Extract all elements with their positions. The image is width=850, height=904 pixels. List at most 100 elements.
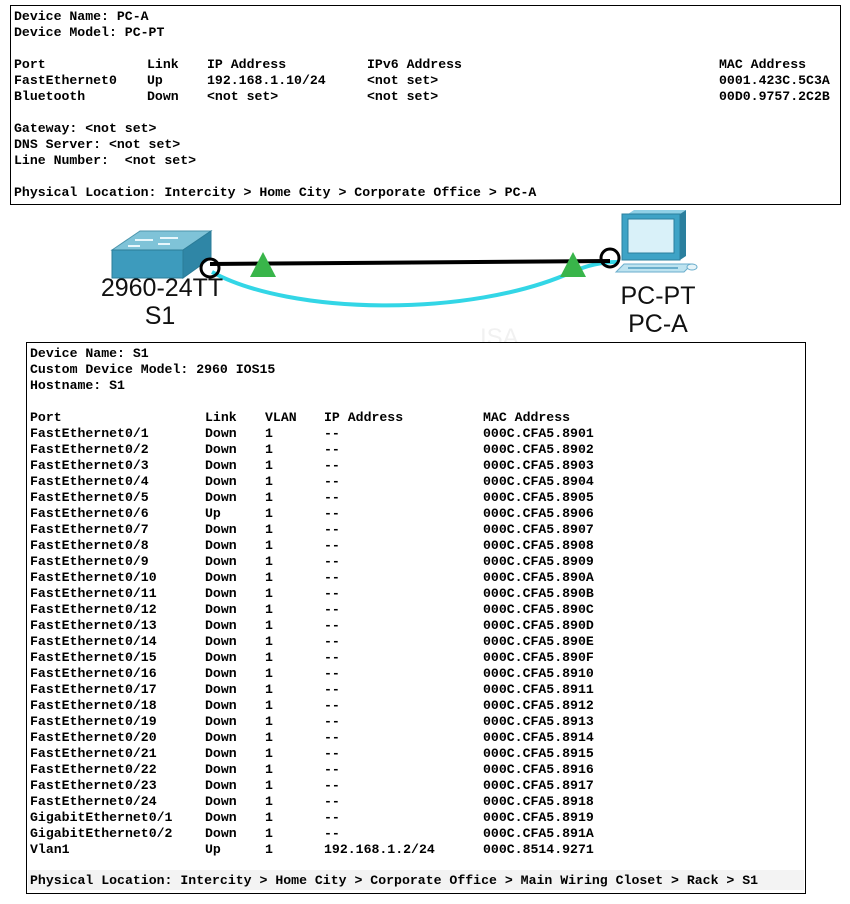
switch-port-vlan: 1: [265, 602, 273, 617]
switch-port-link: Down: [205, 474, 237, 489]
ethernet-link[interactable]: [209, 259, 611, 266]
switch-port-vlan: 1: [265, 570, 273, 585]
switch-physical-location: Physical Location: Intercity > Home City…: [30, 873, 759, 888]
switch-port-ip: --: [324, 602, 340, 617]
switch-port-vlan: 1: [265, 682, 273, 697]
switch-header-ip: IP Address: [324, 410, 404, 425]
switch-port-port: FastEthernet0/20: [30, 730, 157, 745]
switch-port-link: Down: [205, 570, 237, 585]
table-row: FastEthernet0/10 Down 1 -- 000C.CFA5.890A: [30, 570, 800, 586]
switch-custom-model: Custom Device Model: 2960 IOS15: [30, 362, 276, 377]
switch-port-link: Down: [205, 762, 237, 777]
switch-info-panel: Device Name: S1 Custom Device Model: 296…: [26, 342, 806, 894]
switch-port-port: FastEthernet0/23: [30, 778, 157, 793]
table-row: FastEthernet0/4 Down 1 -- 000C.CFA5.8904: [30, 474, 800, 490]
pc-name-label: PC-A: [628, 310, 688, 338]
switch-port-port: FastEthernet0/15: [30, 650, 157, 665]
console-cable[interactable]: [211, 260, 618, 308]
switch-port-ip: --: [324, 570, 340, 585]
switch-port-port: FastEthernet0/18: [30, 698, 157, 713]
table-row: FastEthernet0/12 Down 1 -- 000C.CFA5.890C: [30, 602, 800, 618]
pc-port-marker[interactable]: [599, 247, 621, 269]
switch-port-port: GigabitEthernet0/2: [30, 826, 173, 841]
switch-port-mac: 000C.CFA5.8905: [483, 490, 594, 505]
switch-port-mac: 000C.CFA5.8902: [483, 442, 594, 457]
switch-port-link: Down: [205, 746, 237, 761]
switch-port-ip: --: [324, 762, 340, 777]
switch-port-port: FastEthernet0/17: [30, 682, 157, 697]
switch-port-link: Down: [205, 778, 237, 793]
switch-port-port: FastEthernet0/3: [30, 458, 149, 473]
switch-port-mac: 000C.CFA5.890A: [483, 570, 594, 585]
switch-port-link: Up: [205, 506, 221, 521]
switch-port-mac: 000C.CFA5.8910: [483, 666, 594, 681]
switch-port-vlan: 1: [265, 634, 273, 649]
switch-port-ip: --: [324, 794, 340, 809]
switch-port-link: Down: [205, 810, 237, 825]
switch-port-port: FastEthernet0/24: [30, 794, 157, 809]
switch-port-ip: --: [324, 538, 340, 553]
switch-port-port: FastEthernet0/12: [30, 602, 157, 617]
switch-port-vlan: 1: [265, 666, 273, 681]
switch-hostname: Hostname: S1: [30, 378, 125, 393]
switch-port-mac: 000C.CFA5.8915: [483, 746, 594, 761]
switch-port-vlan: 1: [265, 826, 273, 841]
switch-port-ip: --: [324, 554, 340, 569]
switch-port-link: Down: [205, 698, 237, 713]
switch-port-mac: 000C.CFA5.8913: [483, 714, 594, 729]
switch-port-port: FastEthernet0/11: [30, 586, 157, 601]
switch-port-link: Down: [205, 586, 237, 601]
switch-port-vlan: 1: [265, 810, 273, 825]
pc-model-label: PC-PT: [620, 282, 696, 310]
switch-port-port: FastEthernet0/14: [30, 634, 157, 649]
switch-port-mac: 000C.CFA5.8906: [483, 506, 594, 521]
table-row: Vlan1 Up 1 192.168.1.2/24 000C.8514.9271: [30, 842, 800, 858]
switch-port-vlan: 1: [265, 714, 273, 729]
switch-port-ip: --: [324, 666, 340, 681]
switch-port-ip: --: [324, 650, 340, 665]
switch-port-vlan: 1: [265, 794, 273, 809]
switch-port-vlan: 1: [265, 538, 273, 553]
switch-port-link: Down: [205, 554, 237, 569]
switch-port-port: GigabitEthernet0/1: [30, 810, 173, 825]
table-row: FastEthernet0/3 Down 1 -- 000C.CFA5.8903: [30, 458, 800, 474]
table-row: FastEthernet0/23 Down 1 -- 000C.CFA5.8917: [30, 778, 800, 794]
table-row: FastEthernet0/21 Down 1 -- 000C.CFA5.8915: [30, 746, 800, 762]
switch-port-vlan: 1: [265, 746, 273, 761]
switch-header-link: Link: [205, 410, 237, 425]
switch-port-vlan: 1: [265, 730, 273, 745]
table-row: FastEthernet0/1 Down 1 -- 000C.CFA5.8901: [30, 426, 800, 442]
switch-port-mac: 000C.CFA5.891A: [483, 826, 594, 841]
switch-port-link: Down: [205, 602, 237, 617]
switch-port-link: Down: [205, 538, 237, 553]
switch-port-link: Down: [205, 826, 237, 841]
switch-port-mac: 000C.CFA5.8904: [483, 474, 594, 489]
table-row: FastEthernet0/16 Down 1 -- 000C.CFA5.8910: [30, 666, 800, 682]
pc-icon[interactable]: [614, 210, 698, 273]
switch-port-port: FastEthernet0/4: [30, 474, 149, 489]
table-row: FastEthernet0/8 Down 1 -- 000C.CFA5.8908: [30, 538, 800, 554]
switch-port-vlan: 1: [265, 426, 273, 441]
switch-port-mac: 000C.CFA5.890E: [483, 634, 594, 649]
switch-port-ip: --: [324, 474, 340, 489]
switch-port-link: Down: [205, 634, 237, 649]
table-row: FastEthernet0/19 Down 1 -- 000C.CFA5.8913: [30, 714, 800, 730]
switch-port-link: Down: [205, 714, 237, 729]
switch-port-mac: 000C.CFA5.8908: [483, 538, 594, 553]
switch-port-link: Down: [205, 442, 237, 457]
switch-port-vlan: 1: [265, 474, 273, 489]
table-row: FastEthernet0/22 Down 1 -- 000C.CFA5.8916: [30, 762, 800, 778]
switch-port-link: Up: [205, 842, 221, 857]
switch-port-ip: --: [324, 506, 340, 521]
table-row: FastEthernet0/2 Down 1 -- 000C.CFA5.8902: [30, 442, 800, 458]
switch-port-vlan: 1: [265, 442, 273, 457]
switch-icon[interactable]: [110, 230, 213, 279]
switch-port-vlan: 1: [265, 554, 273, 569]
switch-port-link: Down: [205, 666, 237, 681]
switch-port-ip: --: [324, 730, 340, 745]
switch-port-mac: 000C.CFA5.890F: [483, 650, 594, 665]
switch-port-ip: --: [324, 586, 340, 601]
switch-port-vlan: 1: [265, 842, 273, 857]
switch-port-mac: 000C.CFA5.8917: [483, 778, 594, 793]
switch-device-name: Device Name: S1: [30, 346, 149, 361]
